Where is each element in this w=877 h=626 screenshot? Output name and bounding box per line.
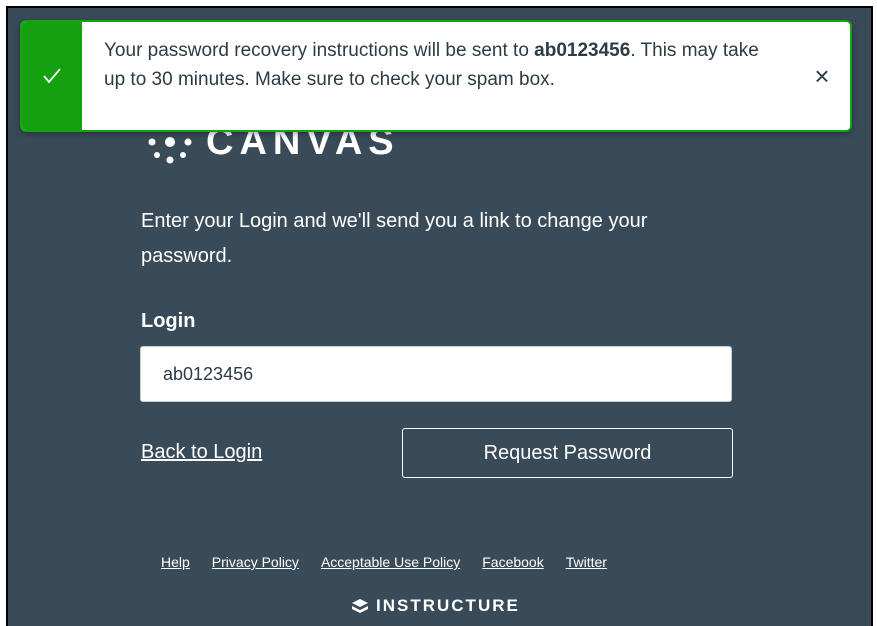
instructions-text: Enter your Login and we'll send you a li… [141,210,648,267]
back-to-login-link[interactable]: Back to Login [141,441,262,464]
footer-link-help[interactable]: Help [161,554,190,570]
checkmark-icon [43,68,61,84]
toast-message-prefix: Your password recovery instructions will… [104,40,529,61]
instructure-wordmark: INSTRUCTURE [376,596,520,615]
login-input[interactable] [140,346,732,402]
footer-link-acceptable-use-policy[interactable]: Acceptable Use Policy [321,554,460,570]
footer-link-privacy-policy[interactable]: Privacy Policy [212,554,299,570]
instructure-brand[interactable]: INSTRUCTURE [352,596,520,616]
request-password-button[interactable]: Request Password [402,428,733,478]
footer-link-facebook[interactable]: Facebook [482,554,543,570]
login-label: Login [141,310,196,332]
toast-message: Your password recovery instructions will… [82,22,794,130]
footer-links: Help Privacy Policy Acceptable Use Polic… [161,554,607,570]
toast-icon-area [22,22,82,130]
page-frame: CANVAS Your password recovery instructio… [6,6,873,626]
toast-login: ab0123456 [534,40,631,61]
success-toast: Your password recovery instructions will… [20,20,852,132]
close-icon[interactable]: × [794,22,850,130]
instructure-logo-icon [352,599,368,613]
footer-link-twitter[interactable]: Twitter [566,554,607,570]
